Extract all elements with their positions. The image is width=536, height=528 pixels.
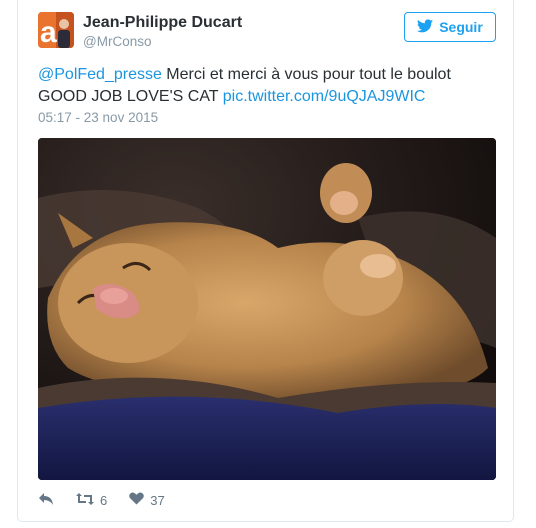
author-name[interactable]: Jean-Philippe Ducart bbox=[83, 14, 242, 32]
follow-button[interactable]: Seguir bbox=[404, 12, 496, 42]
twitter-bird-icon bbox=[417, 18, 434, 36]
follow-button-label: Seguir bbox=[439, 19, 483, 35]
reply-button[interactable] bbox=[38, 492, 54, 509]
reply-icon bbox=[38, 492, 54, 509]
like-count: 37 bbox=[150, 492, 165, 508]
tweet-photo[interactable] bbox=[38, 138, 496, 480]
tweet-text-part2: GOOD JOB LOVE'S CAT bbox=[38, 88, 223, 105]
heart-icon bbox=[129, 492, 145, 508]
svg-text:a: a bbox=[40, 16, 57, 48]
tweet-card: a Jean-Philippe Ducart @MrConso Seguir @… bbox=[17, 0, 514, 522]
retweet-button[interactable]: 6 bbox=[76, 492, 107, 509]
cat-photo bbox=[38, 138, 496, 480]
like-button[interactable]: 37 bbox=[129, 492, 165, 508]
tweet-text: @PolFed_presse Merci et merci à vous pou… bbox=[38, 64, 498, 108]
timestamp[interactable]: 05:17 - 23 nov 2015 bbox=[38, 110, 158, 125]
retweet-count: 6 bbox=[100, 492, 108, 508]
mention-link[interactable]: @PolFed_presse bbox=[38, 66, 162, 83]
retweet-icon bbox=[76, 492, 94, 509]
avatar-image: a bbox=[38, 12, 74, 48]
avatar[interactable]: a bbox=[38, 12, 74, 48]
author-handle[interactable]: @MrConso bbox=[83, 34, 151, 49]
tweet-text-part1: Merci et merci à vous pour tout le boulo… bbox=[161, 66, 451, 83]
tweet-actions: 6 37 bbox=[38, 490, 187, 510]
pic-link[interactable]: pic.twitter.com/9uQJAJ9WIC bbox=[223, 88, 426, 105]
